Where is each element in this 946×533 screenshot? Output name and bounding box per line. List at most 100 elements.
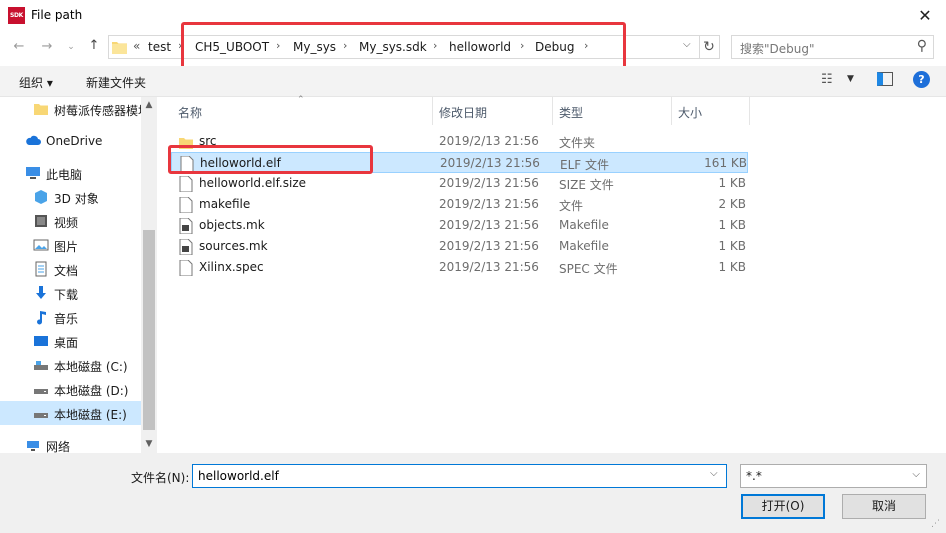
close-button[interactable]: ✕ (904, 0, 946, 31)
document-icon (35, 261, 47, 277)
file-date: 2019/2/13 21:56 (439, 197, 539, 211)
refresh-icon[interactable]: ↻ (699, 35, 720, 59)
breadcrumb-my-sys-sdk[interactable]: My_sys.sdk (359, 40, 427, 54)
scroll-down-arrow-icon[interactable]: ▼ (143, 439, 155, 449)
column-divider[interactable] (671, 97, 672, 125)
up-arrow-icon[interactable]: ↑ (84, 35, 104, 57)
breadcrumb-separator-icon[interactable]: › (276, 39, 280, 52)
music-icon (37, 311, 46, 325)
sidebar-item-pictures[interactable]: 图片 (0, 233, 141, 257)
breadcrumb-ch5-uboot[interactable]: CH5_UBOOT (195, 40, 269, 54)
forward-arrow-icon[interactable]: → (37, 36, 57, 58)
sidebar-item-drive-e[interactable]: 本地磁盘 (E:) (0, 401, 141, 425)
sidebar-item-label: 此电脑 (46, 168, 83, 182)
file-icon (179, 260, 193, 276)
resize-grip-icon[interactable]: ⋰ (931, 519, 940, 529)
sidebar-item-documents[interactable]: 文档 (0, 257, 141, 281)
breadcrumb-test[interactable]: test (148, 40, 171, 54)
file-name: helloworld.elf (200, 156, 281, 170)
file-row-sources-mk[interactable]: sources.mk 2019/2/13 21:56 Makefile 1 KB (171, 236, 748, 257)
column-divider[interactable] (432, 97, 433, 125)
file-row-helloworld-elf-size[interactable]: helloworld.elf.size 2019/2/13 21:56 SIZE… (171, 173, 748, 194)
sidebar-item-music[interactable]: 音乐 (0, 305, 141, 329)
folder-icon (34, 104, 48, 115)
file-size: 1 KB (718, 260, 746, 274)
address-bar[interactable]: « test › CH5_UBOOT › My_sys › My_sys.sdk… (108, 35, 700, 59)
column-header-type[interactable]: 类型 (559, 104, 583, 121)
breadcrumb-separator-icon[interactable]: › (433, 39, 437, 52)
file-type: 文件夹 (559, 136, 596, 150)
sidebar-item-label: 视频 (54, 216, 79, 230)
view-dropdown-chevron-icon[interactable]: ▼ (847, 74, 854, 84)
cloud-icon (26, 135, 41, 145)
help-icon[interactable]: ? (913, 71, 930, 88)
filename-input[interactable] (192, 464, 727, 488)
sidebar-item-this-pc[interactable]: 此电脑 (0, 161, 141, 185)
file-row-objects-mk[interactable]: objects.mk 2019/2/13 21:56 Makefile 1 KB (171, 215, 748, 236)
sidebar-item-3d-objects[interactable]: 3D 对象 (0, 185, 141, 209)
breadcrumb-helloworld[interactable]: helloworld (449, 40, 511, 54)
column-divider[interactable] (749, 97, 750, 125)
recent-locations-chevron-icon[interactable]: ⌄ (64, 36, 78, 58)
sidebar-item-label: 本地磁盘 (E:) (54, 408, 127, 422)
organize-button[interactable]: 组织 ▾ (19, 74, 53, 91)
file-row-src[interactable]: src 2019/2/13 21:56 文件夹 (171, 131, 748, 152)
folder-icon (179, 138, 193, 149)
sidebar-item-onedrive[interactable]: OneDrive (0, 129, 141, 153)
file-size: 161 KB (704, 156, 747, 170)
cancel-button[interactable]: 取消 (842, 494, 926, 519)
desktop-icon (34, 336, 48, 346)
sidebar-item-desktop[interactable]: 桌面 (0, 329, 141, 353)
file-type: 文件 (559, 199, 584, 213)
path-overflow[interactable]: « (133, 39, 140, 53)
column-header-date[interactable]: 修改日期 (439, 104, 487, 121)
file-row-helloworld-elf[interactable]: helloworld.elf 2019/2/13 21:56 ELF 文件 16… (171, 152, 748, 173)
file-type: SIZE 文件 (559, 178, 614, 192)
preview-pane-icon[interactable] (877, 72, 893, 86)
sidebar-item-label: 本地磁盘 (C:) (54, 360, 128, 374)
column-header-name[interactable]: 名称 (178, 104, 202, 121)
breadcrumb-separator-icon[interactable]: › (343, 39, 347, 52)
file-date: 2019/2/13 21:56 (439, 176, 539, 190)
search-icon[interactable]: ⚲ (917, 38, 927, 54)
file-icon (180, 156, 194, 172)
title-bar (0, 0, 946, 31)
file-type-filter-select[interactable]: *.* ⌵ (740, 464, 927, 488)
scroll-up-arrow-icon[interactable]: ▲ (143, 100, 155, 110)
nav-scroll-thumb[interactable] (143, 230, 155, 430)
file-row-xilinx-spec[interactable]: Xilinx.spec 2019/2/13 21:56 SPEC 文件 1 KB (171, 257, 748, 278)
filter-value: *.* (746, 469, 762, 483)
file-date: 2019/2/13 21:56 (439, 134, 539, 148)
sidebar-item-drive-d[interactable]: 本地磁盘 (D:) (0, 377, 141, 401)
network-icon (27, 441, 39, 451)
filename-dropdown-icon[interactable]: ⌵ (710, 468, 718, 479)
file-name: Xilinx.spec (199, 260, 264, 274)
folder-icon (112, 42, 127, 54)
new-folder-button[interactable]: 新建文件夹 (86, 74, 146, 91)
address-dropdown-icon[interactable]: ⌵ (683, 39, 691, 50)
sidebar-item-label: 树莓派传感器模块 (54, 104, 151, 118)
file-row-makefile[interactable]: makefile 2019/2/13 21:56 文件 2 KB (171, 194, 748, 215)
breadcrumb-debug[interactable]: Debug (535, 40, 574, 54)
breadcrumb-my-sys[interactable]: My_sys (293, 40, 336, 54)
breadcrumb-separator-icon[interactable]: › (178, 39, 182, 52)
view-options-icon[interactable]: ☷ (821, 72, 833, 87)
file-name: src (199, 134, 217, 148)
sidebar-item-network[interactable]: 网络 (0, 433, 141, 453)
drive-icon (34, 361, 48, 370)
file-icon (179, 197, 193, 213)
column-divider[interactable] (552, 97, 553, 125)
sidebar-item-label: 3D 对象 (54, 192, 99, 206)
column-header-size[interactable]: 大小 (678, 104, 702, 121)
file-icon (179, 176, 193, 192)
breadcrumb-separator-icon[interactable]: › (584, 39, 588, 52)
sidebar-item-videos[interactable]: 视频 (0, 209, 141, 233)
search-input[interactable]: 搜索"Debug" ⚲ (731, 35, 934, 59)
download-icon (36, 286, 46, 299)
breadcrumb-separator-icon[interactable]: › (520, 39, 524, 52)
sidebar-item-drive-c[interactable]: 本地磁盘 (C:) (0, 353, 141, 377)
sidebar-item-folder[interactable]: 树莓派传感器模块 (0, 97, 150, 121)
sidebar-item-downloads[interactable]: 下载 (0, 281, 141, 305)
back-arrow-icon[interactable]: ← (9, 36, 29, 58)
open-button[interactable]: 打开(O) (741, 494, 825, 519)
